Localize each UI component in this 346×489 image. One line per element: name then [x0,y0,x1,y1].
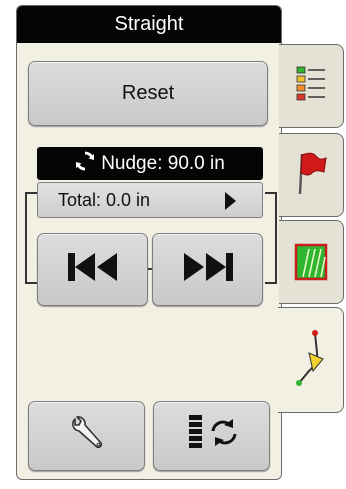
bracket-left [25,192,37,284]
settings-button[interactable] [28,401,145,471]
flag-icon [294,150,328,201]
bracket-right [265,192,277,284]
nudge-left-button[interactable] [37,233,148,306]
field-rows-icon [291,237,331,288]
guidance-panel: Straight Reset Nudge: 90.0 in Total: 0.0… [16,5,282,480]
panel-title: Straight [17,6,281,43]
nudge-right-button[interactable] [152,233,263,306]
nudge-value: Nudge: 90.0 in [101,152,225,174]
line-cycle-button[interactable] [153,401,270,471]
reset-label: Reset [121,82,175,104]
skip-back-icon [63,247,123,293]
checklist-icon [294,64,328,109]
tab-guidance[interactable] [278,307,344,413]
tab-field[interactable] [279,220,344,304]
tab-checklist[interactable] [279,44,344,128]
tab-flags[interactable] [279,133,344,217]
refresh-icon [75,151,95,177]
reset-button[interactable]: Reset [28,61,268,126]
list-cycle-icon [177,411,247,461]
skip-forward-icon [178,247,238,293]
total-value: Total: 0.0 in [58,189,151,210]
guidance-path-icon [291,327,331,394]
play-arrow-icon [225,192,236,210]
total-display[interactable]: Total: 0.0 in [37,182,263,218]
nudge-display: Nudge: 90.0 in [37,147,263,180]
wrench-icon [65,411,109,461]
